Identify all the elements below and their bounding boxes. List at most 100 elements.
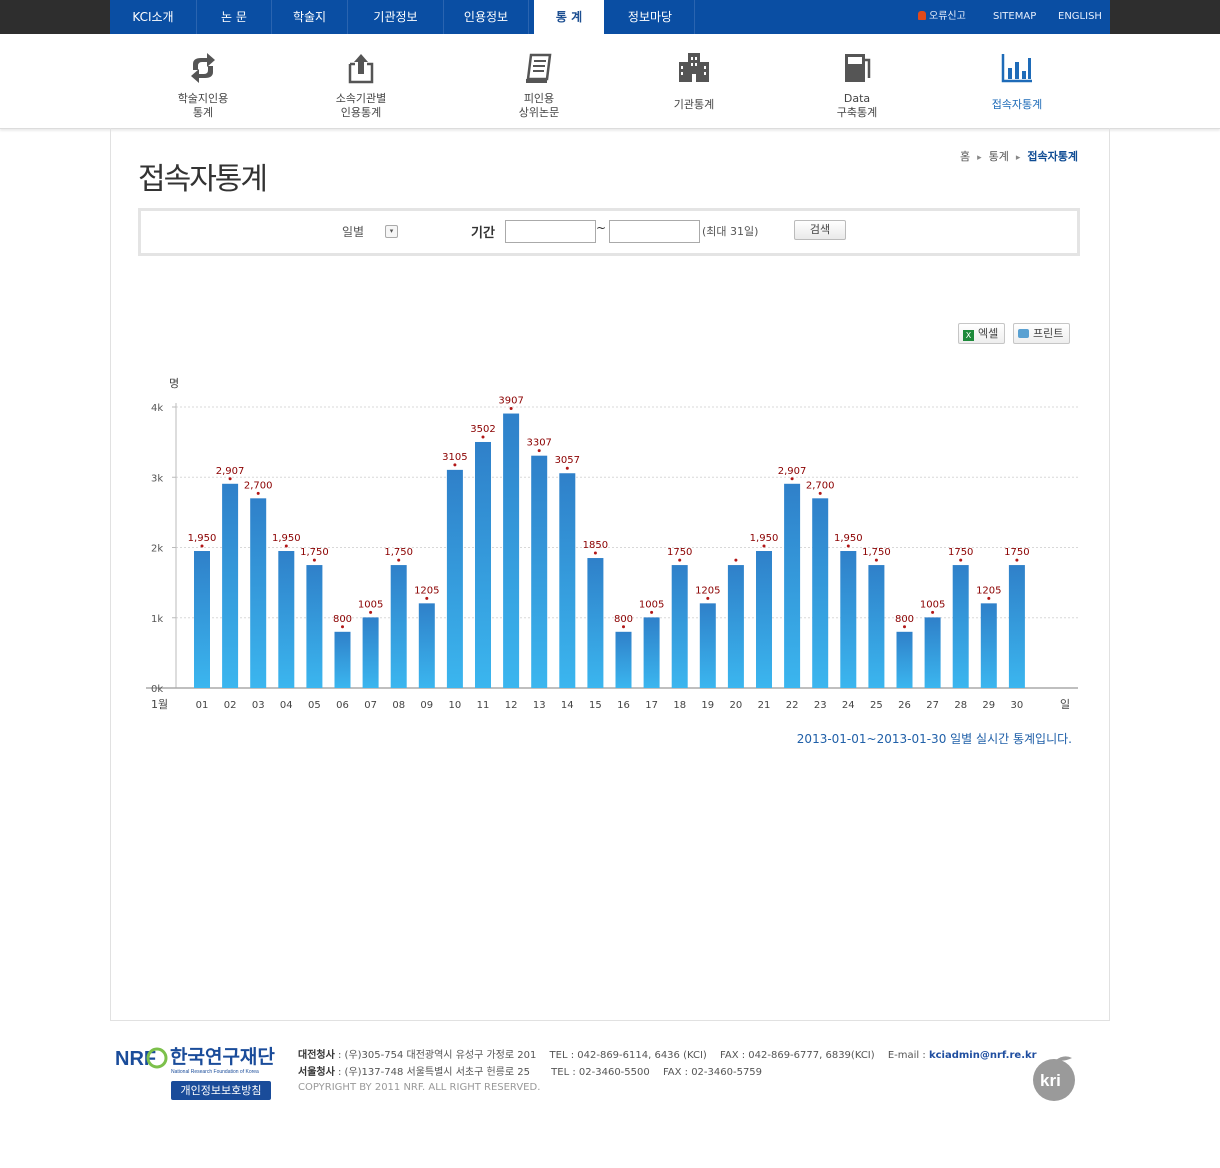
seoul-fax: FAX : 02-3460-5759 [662,1067,763,1078]
printer-icon [1018,329,1029,338]
bar [615,631,632,688]
data-point-marker [959,558,963,562]
sitemap-link[interactable]: SITEMAP [993,0,1036,34]
data-point-marker [1015,558,1019,562]
bar [643,617,660,688]
seoul-addr: : (우)137-748 서울특별시 서초구 헌릉로 25 [338,1067,530,1078]
bar-value-label: 1,950 [834,533,863,544]
bar [727,565,744,688]
footer: NRF 한국연구재단 National Research Foundation … [110,1040,1110,1120]
bar-value-label: 1750 [667,547,692,558]
data-point-marker [678,558,682,562]
print-button[interactable]: 프린트 [1013,323,1071,344]
subnav-institution-stats[interactable]: 기관통계 [624,48,764,112]
subnav-label: 인용통계 [340,106,382,119]
data-point-marker [790,477,794,481]
search-button[interactable]: 검색 [794,220,846,240]
breadcrumb-home[interactable]: 홈 [960,150,970,163]
data-point-marker [284,544,288,548]
error-report-link[interactable]: 오류신고 [918,0,966,34]
chevron-right-icon: ▸ [977,153,982,163]
x-tick-label: 27 [926,700,939,711]
subnav-label: 기관통계 [673,98,715,111]
breadcrumb-statistics[interactable]: 통계 [989,150,1009,163]
scroll-document-icon [526,53,552,83]
daejeon-address: 대전청사 : (우)305-754 대전광역시 유성구 가정로 201 TEL … [298,1046,1037,1061]
privacy-policy-button[interactable]: 개인정보보호방침 [171,1081,271,1100]
bar [559,473,576,688]
data-point-marker [762,544,766,548]
nav-citations[interactable]: 인용정보 [444,0,528,34]
data-point-marker [312,558,316,562]
data-point-marker [593,551,597,555]
bar [446,469,463,688]
bar-value-label: 1205 [414,585,439,596]
x-tick-label: 29 [982,700,995,711]
data-point-marker [481,435,485,439]
bar-value-label: 2,700 [806,480,835,491]
x-tick-label: 13 [533,700,546,711]
sub-nav: 학술지인용 통계 소속기관별 인용통계 피인용 상위논문 기관통계 Data 구… [0,34,1220,129]
x-tick-label: 19 [701,700,714,711]
data-point-marker [256,491,260,495]
data-point-marker [706,596,710,600]
nav-papers[interactable]: 논 문 [197,0,271,34]
x-tick-label: 07 [364,700,377,711]
daejeon-label: 대전청사 [298,1050,335,1061]
bar [952,565,969,688]
english-link[interactable]: ENGLISH [1058,0,1102,34]
data-point-marker [509,407,513,411]
bar [980,603,997,688]
bar [924,617,941,688]
data-point-marker [818,491,822,495]
data-point-marker [874,558,878,562]
subnav-top-cited[interactable]: 피인용 상위논문 [469,48,609,120]
bar [784,483,801,688]
x-tick-label: 21 [758,700,771,711]
end-date-input[interactable] [609,220,700,243]
bar-value-label: 1750 [1004,547,1029,558]
excel-icon: X [963,330,974,341]
x-tick-label: 03 [252,700,265,711]
nav-journals[interactable]: 학술지 [272,0,347,34]
subnav-data-build[interactable]: Data 구축통계 [787,48,927,120]
y-axis-label: 명 [169,377,179,390]
bar-value-label: 1,950 [750,533,779,544]
nav-info-square[interactable]: 정보마당 [610,0,690,34]
x-tick-label: 17 [645,700,658,711]
max-days-note: (최대 31일) [702,225,759,238]
nav-kci-intro[interactable]: KCI소개 [110,0,196,34]
excel-button[interactable]: X 엑셀 [958,323,1006,344]
data-point-marker [341,625,344,629]
data-point-marker [903,625,906,629]
seoul-address: 서울청사 : (우)137-748 서울특별시 서초구 헌릉로 25 TEL :… [298,1063,762,1078]
bar [671,565,688,688]
svg-text:kri: kri [1040,1071,1061,1090]
bar [868,565,885,688]
x-tick-label: 09 [420,700,433,711]
subnav-journal-citation[interactable]: 학술지인용 통계 [133,48,273,120]
x-tick-label: 30 [1011,700,1024,711]
email-link[interactable]: kciadmin@nrf.re.kr [929,1050,1037,1061]
start-date-input[interactable] [505,220,596,243]
data-point-marker [650,610,654,614]
period-type-select[interactable]: 일별 [342,223,364,240]
nav-institutions[interactable]: 기관정보 [348,0,443,34]
upload-box-icon [348,54,374,84]
x-tick-label: 15 [589,700,602,711]
bar-value-label: 3502 [470,424,495,435]
bar-value-label: 1,950 [188,533,217,544]
bar [503,413,520,688]
data-point-marker [846,544,850,548]
subnav-visitor-stats[interactable]: 접속자통계 [947,48,1087,112]
data-point-marker [622,625,625,629]
x-axis-label: 일 [1060,697,1070,711]
subnav-institution-citation[interactable]: 소속기관별 인용통계 [291,48,431,120]
refresh-arrows-icon [191,53,215,83]
bar [306,565,323,688]
nrf-logo: NRF 한국연구재단 National Research Foundation … [115,1046,275,1075]
bar [194,551,210,688]
subnav-label: 학술지인용 [177,92,229,105]
chevron-down-icon[interactable]: ▾ [385,225,398,238]
bar-value-label: 800 [614,614,633,625]
